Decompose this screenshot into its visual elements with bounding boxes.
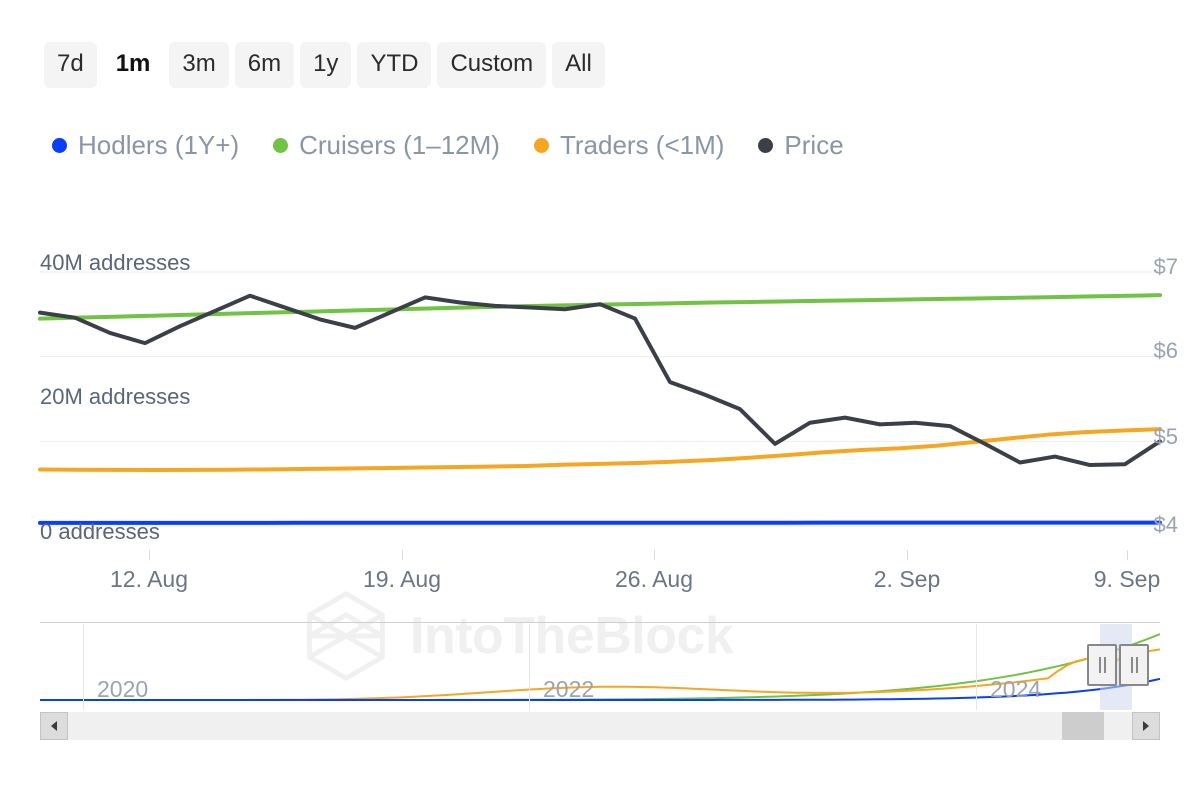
y-axis-right-label-4: $4 bbox=[1154, 514, 1178, 536]
scrollbar-thumb[interactable] bbox=[1062, 712, 1104, 740]
x-axis-tick-label: 26. Aug bbox=[615, 568, 693, 591]
y-axis-right-label-5: $5 bbox=[1154, 426, 1178, 448]
range-navigator[interactable]: 2020 2022 2024 bbox=[40, 622, 1160, 712]
x-axis-labels: 12. Aug 19. Aug 26. Aug 2. Sep 9. Sep bbox=[0, 560, 1200, 594]
scroll-right-arrow-icon[interactable] bbox=[1132, 712, 1160, 740]
x-axis-tick bbox=[149, 550, 150, 560]
chart-gridlines bbox=[40, 272, 1160, 526]
x-axis-tick bbox=[402, 550, 403, 560]
series-dot-icon bbox=[273, 138, 288, 153]
legend-label: Cruisers (1–12M) bbox=[299, 132, 500, 158]
series-dot-icon bbox=[758, 138, 773, 153]
y-axis-left-label-40m: 40M addresses bbox=[40, 252, 190, 274]
chart-legend: Hodlers (1Y+) Cruisers (1–12M) Traders (<1… bbox=[52, 132, 844, 158]
navigator-left-handle[interactable] bbox=[1087, 644, 1117, 686]
x-axis-tick bbox=[654, 550, 655, 560]
range-button-ytd[interactable]: YTD bbox=[357, 42, 431, 88]
x-axis-tick-label: 9. Sep bbox=[1094, 568, 1161, 591]
navigator-right-handle[interactable] bbox=[1119, 644, 1149, 686]
range-button-3m[interactable]: 3m bbox=[169, 42, 228, 88]
x-axis-tick-label: 2. Sep bbox=[874, 568, 941, 591]
y-axis-right-label-7: $7 bbox=[1154, 256, 1178, 278]
range-button-all[interactable]: All bbox=[552, 42, 605, 88]
scroll-left-arrow-icon[interactable] bbox=[40, 712, 68, 740]
navigator-year-label: 2022 bbox=[543, 678, 594, 701]
y-axis-left-label-20m: 20M addresses bbox=[40, 386, 190, 408]
navigator-gridline bbox=[976, 624, 977, 710]
x-axis-tick bbox=[907, 550, 908, 560]
chart-series-lines bbox=[40, 295, 1160, 523]
range-button-6m[interactable]: 6m bbox=[235, 42, 294, 88]
horizontal-scrollbar[interactable] bbox=[40, 712, 1160, 740]
y-axis-right-label-6: $6 bbox=[1154, 340, 1178, 362]
legend-item-1[interactable]: Cruisers (1–12M) bbox=[273, 132, 500, 158]
series-dot-icon bbox=[534, 138, 549, 153]
chart-plot-area: IntoTheBlock 40M addresses 20M addresses… bbox=[0, 236, 1200, 596]
range-button-1m[interactable]: 1m bbox=[103, 42, 164, 88]
legend-label: Traders (<1M) bbox=[560, 132, 724, 158]
legend-item-3[interactable]: Price bbox=[758, 132, 843, 158]
x-axis-tick-label: 19. Aug bbox=[363, 568, 441, 591]
navigator-year-label: 2020 bbox=[97, 678, 148, 701]
range-button-1y[interactable]: 1y bbox=[300, 42, 351, 88]
legend-label: Price bbox=[784, 132, 843, 158]
legend-label: Hodlers (1Y+) bbox=[78, 132, 239, 158]
x-axis-tick bbox=[1127, 550, 1128, 560]
time-range-selector: 7d1m3m6m1yYTDCustomAll bbox=[44, 42, 605, 88]
x-axis-tick-label: 12. Aug bbox=[110, 568, 188, 591]
navigator-gridline bbox=[529, 624, 530, 710]
range-button-7d[interactable]: 7d bbox=[44, 42, 97, 88]
series-dot-icon bbox=[52, 138, 67, 153]
range-button-custom[interactable]: Custom bbox=[437, 42, 546, 88]
legend-item-0[interactable]: Hodlers (1Y+) bbox=[52, 132, 239, 158]
navigator-year-label: 2024 bbox=[990, 678, 1041, 701]
scrollbar-track[interactable] bbox=[68, 712, 1132, 740]
y-axis-left-label-0: 0 addresses bbox=[40, 521, 160, 543]
legend-item-2[interactable]: Traders (<1M) bbox=[534, 132, 724, 158]
navigator-gridline bbox=[83, 624, 84, 710]
